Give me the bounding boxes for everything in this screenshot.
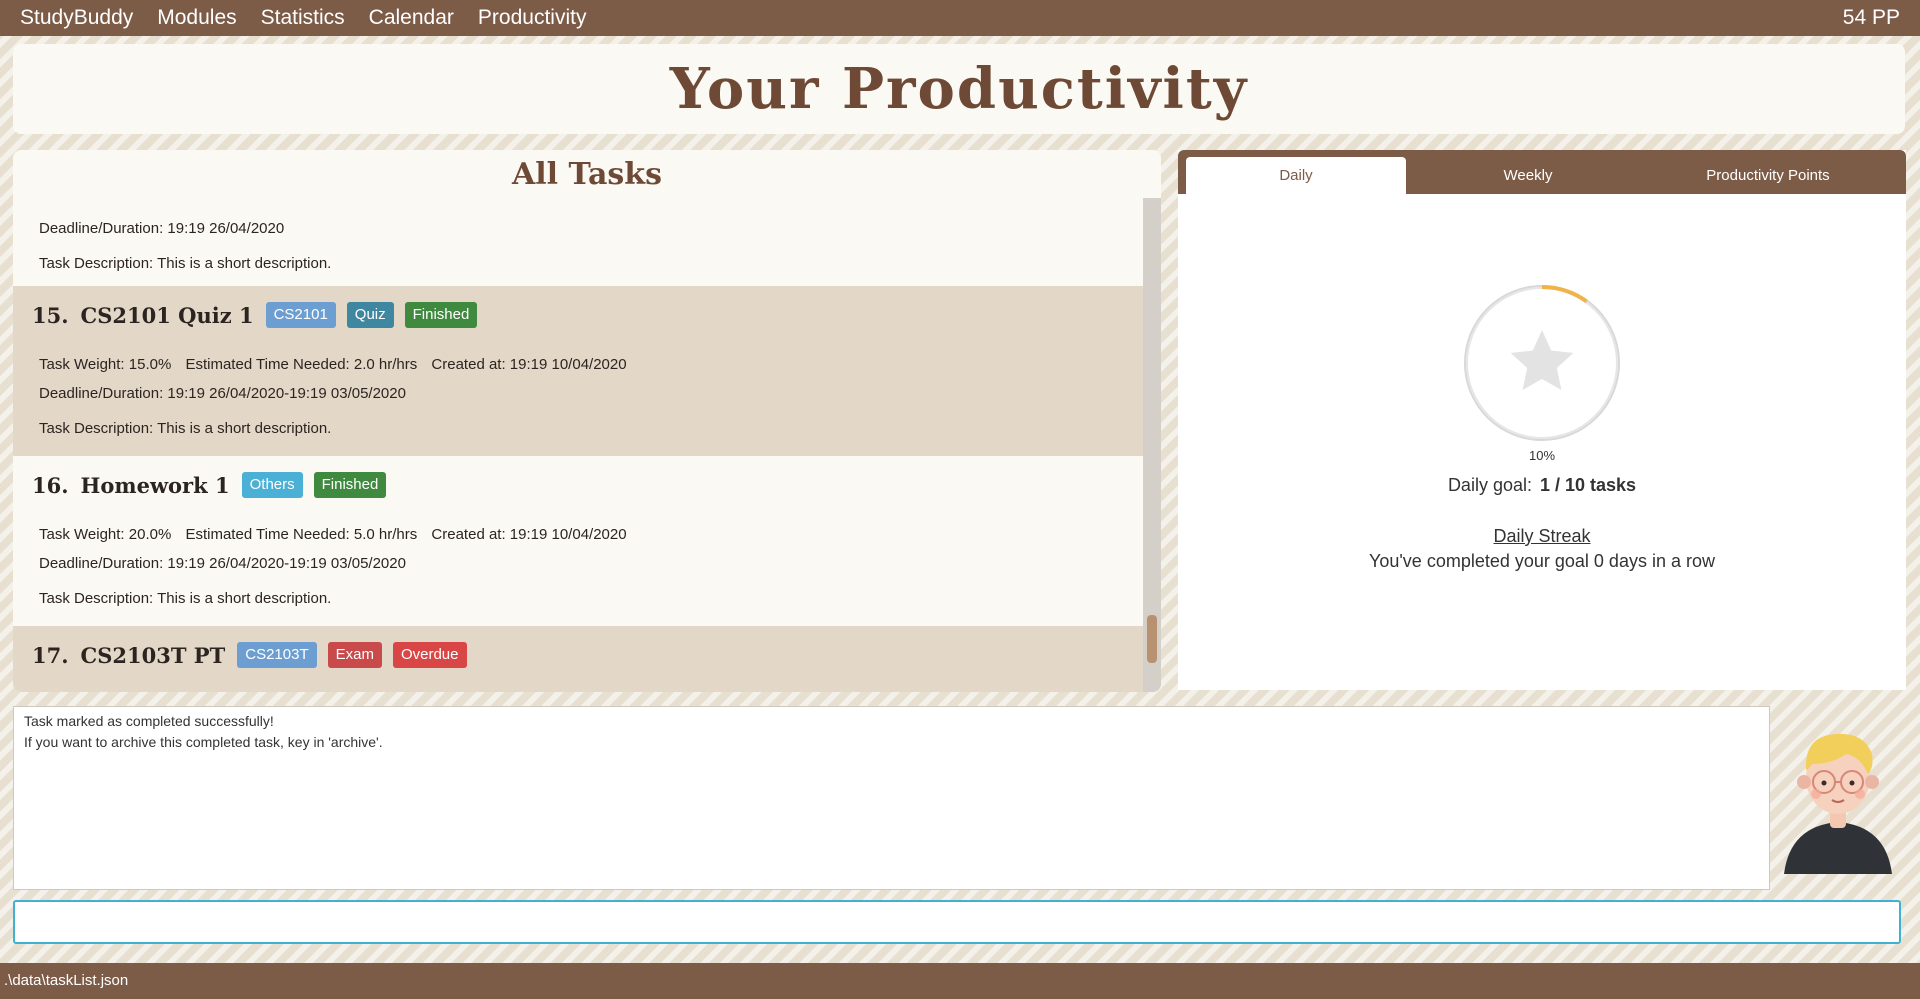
task-created: Created at: 19:19 10/04/2020: [431, 526, 627, 543]
menu-modules[interactable]: Modules: [145, 0, 248, 36]
menu-productivity[interactable]: Productivity: [466, 0, 599, 36]
module-tag: CS2101: [265, 302, 336, 328]
result-line: Task marked as completed successfully!: [24, 713, 274, 729]
task-card[interactable]: 16. Homework 1 Others Finished Task Weig…: [13, 456, 1143, 626]
task-number: 15.: [32, 302, 69, 328]
page-title: Your Productivity: [669, 56, 1249, 122]
avatar: [1784, 733, 1892, 874]
result-line: If you want to archive this completed ta…: [24, 734, 383, 750]
goal-label: Daily goal:: [1447, 475, 1532, 495]
streak-text: You've completed your goal 0 days in a r…: [1369, 551, 1715, 571]
tasks-panel: All Tasks Deadline/Duration: 19:19 26/04…: [13, 150, 1161, 692]
status-badge: Overdue: [392, 642, 467, 668]
streak-title: Daily Streak: [1493, 526, 1591, 546]
goal-value: 1 / 10 tasks: [1539, 475, 1637, 495]
status-bar: .\data\taskList.json: [0, 963, 1920, 999]
menu-studybuddy[interactable]: StudyBuddy: [0, 0, 145, 36]
progress-label: 10%: [1528, 448, 1556, 463]
title-box: Your Productivity: [13, 44, 1905, 134]
task-info-line: Task Weight: 20.0% Estimated Time Needed…: [39, 526, 627, 543]
task-deadline: Deadline/Duration: 19:19 26/04/2020-19:1…: [39, 555, 406, 572]
command-input[interactable]: [13, 900, 1901, 944]
module-tag: CS2103T: [237, 642, 317, 668]
result-display[interactable]: Task marked as completed successfully! I…: [13, 706, 1770, 890]
task-card[interactable]: 15. CS2101 Quiz 1 CS2101 Quiz Finished T…: [13, 286, 1143, 456]
task-header: 17. CS2103T PT CS2103T Exam Overdue: [32, 642, 478, 668]
task-description: Task Description: This is a short descri…: [39, 420, 332, 437]
menu-calendar[interactable]: Calendar: [357, 0, 466, 36]
status-badge: Finished: [313, 472, 387, 498]
task-weight: Task Weight: 20.0%: [39, 526, 172, 543]
task-name: Homework 1: [80, 472, 230, 498]
task-weight: Task Weight: 15.0%: [39, 356, 172, 373]
daily-progress-ring: [1464, 285, 1620, 441]
type-tag: Exam: [327, 642, 382, 668]
task-name: CS2101 Quiz 1: [80, 302, 254, 328]
task-info-line: Task Weight: 15.0% Estimated Time Needed…: [39, 356, 627, 373]
type-tag: Quiz: [346, 302, 394, 328]
task-deadline: Deadline/Duration: 19:19 26/04/2020-19:1…: [39, 385, 406, 402]
menu-statistics[interactable]: Statistics: [249, 0, 357, 36]
menu-bar: StudyBuddy Modules Statistics Calendar P…: [0, 0, 1920, 36]
task-header: 16. Homework 1 Others Finished: [32, 472, 397, 498]
task-time-needed: Estimated Time Needed: 5.0 hr/hrs: [185, 526, 418, 543]
status-badge: Finished: [404, 302, 478, 328]
task-deadline: Deadline/Duration: 19:19 26/04/2020: [39, 220, 285, 237]
tasks-heading: All Tasks: [512, 157, 662, 192]
daily-goal: Daily goal: 1 / 10 tasks: [1178, 475, 1906, 496]
tab-productivity-points[interactable]: Productivity Points: [1638, 157, 1898, 194]
module-tag: Others: [241, 472, 303, 498]
task-card[interactable]: Deadline/Duration: 19:19 26/04/2020 Task…: [13, 198, 1143, 286]
productivity-points: 54 PP: [1842, 6, 1900, 29]
task-name: CS2103T PT: [80, 642, 226, 668]
task-description: Task Description: This is a short descri…: [39, 590, 332, 607]
star-icon: [1510, 330, 1574, 390]
task-created: Created at: 19:19 10/04/2020: [431, 356, 627, 373]
task-list-scrollbar[interactable]: [1143, 198, 1161, 692]
task-header: 15. CS2101 Quiz 1 CS2101 Quiz Finished: [32, 302, 488, 328]
task-time-needed: Estimated Time Needed: 2.0 hr/hrs: [185, 356, 418, 373]
task-description: Task Description: This is a short descri…: [39, 255, 332, 272]
tab-daily[interactable]: Daily: [1186, 157, 1406, 194]
save-location: .\data\taskList.json: [4, 972, 129, 989]
task-card[interactable]: 17. CS2103T PT CS2103T Exam Overdue: [13, 626, 1143, 692]
statistics-panel: Daily Weekly Productivity Points 10% Dai…: [1178, 150, 1906, 690]
task-number: 16.: [32, 472, 69, 498]
task-number: 17.: [32, 642, 69, 668]
tab-weekly[interactable]: Weekly: [1418, 157, 1638, 194]
scrollbar-thumb[interactable]: [1147, 615, 1157, 663]
task-list[interactable]: Deadline/Duration: 19:19 26/04/2020 Task…: [13, 198, 1143, 692]
stats-tab-bar: Daily Weekly Productivity Points: [1178, 150, 1906, 194]
